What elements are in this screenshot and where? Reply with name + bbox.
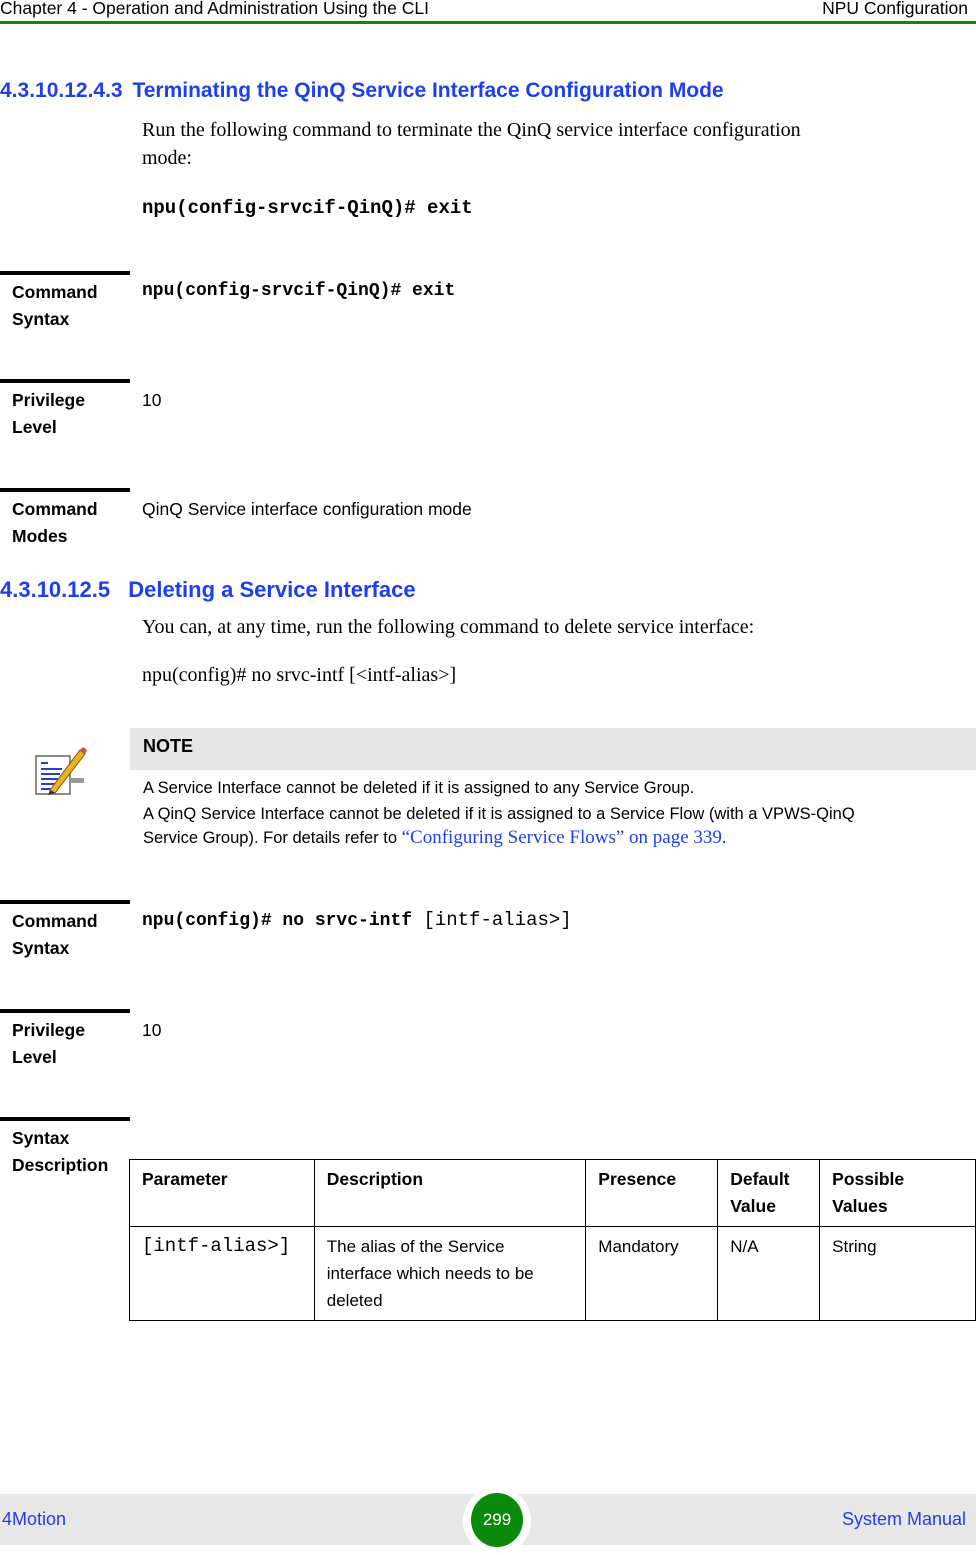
label-line: Syntax — [12, 938, 70, 958]
note-title: NOTE — [143, 736, 194, 756]
section-number: 4.3.10.12.4.3 — [0, 79, 123, 102]
section-heading-deleting: 4.3.10.12.5 Deleting a Service Interface — [0, 577, 416, 603]
cell-parameter: [intf-alias>] — [129, 1226, 315, 1321]
note-line-2: A QinQ Service Interface cannot be delet… — [143, 805, 855, 823]
cell-presence: Mandatory — [585, 1226, 719, 1321]
note-header-bar — [130, 728, 976, 770]
label-line: Command — [12, 911, 98, 931]
command-example: npu(config)# no srvc-intf [<intf-alias>] — [142, 664, 457, 686]
label-line: Description — [12, 1155, 109, 1175]
section-title: Deleting a Service Interface — [128, 577, 416, 602]
note-pencil-icon — [34, 744, 88, 800]
label-divider — [0, 900, 130, 904]
label-divider — [0, 271, 130, 275]
column-header-parameter: Parameter — [129, 1159, 315, 1227]
label-line: Command — [12, 282, 98, 302]
table-row: [intf-alias>] The alias of the Service i… — [129, 1226, 976, 1321]
cell-default-value: N/A — [717, 1226, 821, 1321]
label-line: Level — [12, 1047, 57, 1067]
label-command-syntax: Command Syntax — [12, 908, 98, 962]
note-line-3-prefix: Service Group). For details refer to — [143, 829, 402, 847]
label-line: Syntax — [12, 1128, 70, 1148]
intro-text: You can, at any time, run the following … — [142, 616, 755, 638]
command-syntax-value: npu(config)# no srvc-intf [intf-alias>] — [142, 909, 572, 931]
column-header-presence: Presence — [585, 1159, 719, 1227]
label-divider — [0, 488, 130, 492]
column-header-description: Description — [313, 1159, 587, 1227]
command-syntax-bold: npu(config)# no srvc-intf — [142, 911, 413, 931]
label-privilege-level: Privilege Level — [12, 387, 85, 441]
label-line: Privilege — [12, 390, 85, 410]
label-divider — [0, 1117, 130, 1121]
command-modes-value: QinQ Service interface configuration mod… — [142, 499, 472, 519]
column-header-default-value: Default Value — [717, 1159, 821, 1227]
privilege-level-value: 10 — [142, 390, 162, 410]
label-command-syntax: Command Syntax — [12, 279, 98, 333]
label-line: Syntax — [12, 309, 70, 329]
cell-description: The alias of the Service interface which… — [313, 1226, 587, 1321]
header-chapter: Chapter 4 - Operation and Administration… — [0, 0, 429, 18]
page-number: 299 — [471, 1493, 523, 1547]
command-syntax-value: npu(config-srvcif-QinQ)# exit — [142, 281, 456, 301]
column-header-possible-values: Possible Values — [819, 1159, 976, 1227]
privilege-level-value: 10 — [142, 1020, 162, 1040]
note-line-3-suffix: . — [721, 829, 727, 847]
label-line: Level — [12, 417, 57, 437]
label-line: Command — [12, 499, 98, 519]
command-example: npu(config-srvcif-QinQ)# exit — [142, 197, 473, 219]
label-line: Modes — [12, 526, 68, 546]
table-header-row: Parameter Description Presence Default V… — [129, 1159, 976, 1227]
label-divider — [0, 1009, 130, 1013]
footer-product: 4Motion — [2, 1509, 67, 1529]
header-section: NPU Configuration — [822, 0, 968, 18]
intro-line-1: Run the following command to terminate t… — [142, 119, 801, 141]
label-syntax-description: Syntax Description — [12, 1125, 108, 1179]
note-line-1: A Service Interface cannot be deleted if… — [143, 779, 695, 797]
label-divider — [0, 379, 130, 383]
command-syntax-arg: [intf-alias>] — [412, 909, 572, 931]
footer-manual: System Manual — [841, 1509, 966, 1529]
section-number: 4.3.10.12.5 — [0, 577, 111, 602]
syntax-description-table: Parameter Description Presence Default V… — [129, 1159, 976, 1321]
label-command-modes: Command Modes — [12, 496, 98, 550]
header-divider — [0, 21, 976, 24]
configuring-service-flows-link[interactable]: “Configuring Service Flows” on page 339 — [402, 827, 722, 848]
cell-possible-values: String — [819, 1226, 976, 1321]
label-line: Privilege — [12, 1020, 85, 1040]
section-title: Terminating the QinQ Service Interface C… — [132, 79, 724, 102]
note-line-3: Service Group). For details refer to “Co… — [143, 826, 727, 850]
intro-line-2: mode: — [142, 147, 192, 169]
section-heading-terminating: 4.3.10.12.4.3 Terminating the QinQ Servi… — [0, 79, 724, 103]
label-privilege-level: Privilege Level — [12, 1017, 85, 1071]
